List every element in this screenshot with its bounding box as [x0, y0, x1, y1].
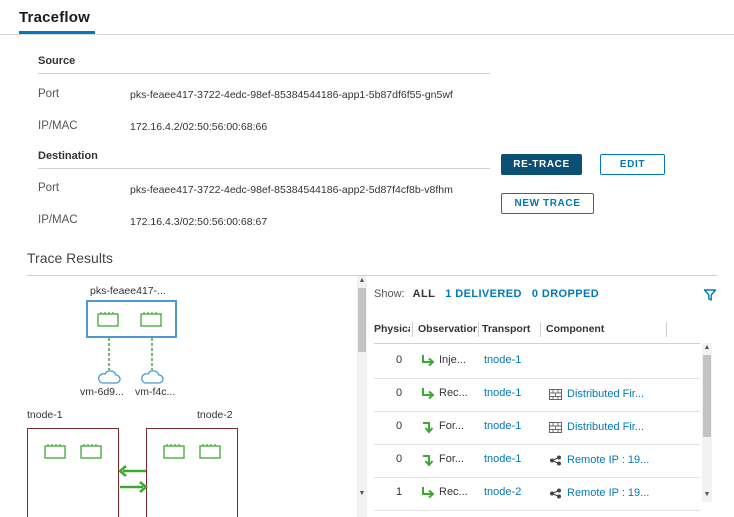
filter-bar: Show: ALL 1 DELIVERED 0 DROPPED: [374, 288, 599, 300]
show-label: Show:: [374, 288, 405, 300]
column-header-transport[interactable]: Transport: [482, 323, 538, 335]
topology-panel[interactable]: pks-feaee417-... vm-6d9... vm-f4c... tno…: [0, 276, 370, 517]
cell-component-link[interactable]: Remote IP : 19...: [567, 454, 649, 466]
destination-ipmac-label: IP/MAC: [38, 214, 78, 226]
cell-physical: 0: [396, 420, 403, 432]
filter-all[interactable]: ALL: [413, 288, 436, 300]
cell-observation[interactable]: Rec...: [439, 486, 468, 498]
cloud-icon: [98, 370, 121, 384]
header-divider: [0, 34, 734, 35]
share-icon: [550, 455, 561, 466]
nic-icon: [163, 444, 185, 459]
tnode-left-box[interactable]: [27, 428, 119, 517]
table-row[interactable]: 0 Rec... tnode-1 Distributed Fir...: [374, 379, 700, 412]
scroll-up-icon[interactable]: ▲: [702, 344, 712, 352]
table-row[interactable]: 1 Rec... tnode-2 Remote IP : 19...: [374, 478, 700, 511]
scroll-down-icon[interactable]: ▼: [357, 490, 367, 498]
firewall-icon: [549, 389, 562, 400]
cell-physical: 0: [396, 387, 403, 399]
table-header: Physical Observation Transport Component: [374, 320, 700, 340]
pod-node[interactable]: [86, 300, 177, 338]
cell-physical: 0: [396, 453, 403, 465]
cell-component-link[interactable]: Remote IP : 19...: [567, 487, 649, 499]
cell-observation[interactable]: For...: [439, 453, 464, 465]
observations-panel: Show: ALL 1 DELIVERED 0 DROPPED Physical…: [370, 276, 734, 517]
cell-component-link[interactable]: Distributed Fir...: [567, 388, 644, 400]
received-arrow-icon: [422, 355, 435, 367]
source-port-value: pks-feaee417-3722-4edc-98ef-85384544186-…: [130, 89, 453, 101]
nic-icon: [199, 444, 221, 459]
page-title[interactable]: Traceflow: [19, 9, 90, 26]
share-icon: [550, 488, 561, 499]
cell-transport-link[interactable]: tnode-1: [484, 354, 521, 366]
table-row[interactable]: 0 Inje... tnode-1: [374, 346, 700, 379]
filter-dropped[interactable]: 0 DROPPED: [532, 288, 599, 300]
tnode-right-label: tnode-2: [197, 409, 233, 421]
tunnel-arrows-icon: [118, 465, 148, 493]
source-port-label: Port: [38, 88, 60, 100]
filter-delivered[interactable]: 1 DELIVERED: [445, 288, 522, 300]
pod-label: pks-feaee417-...: [90, 285, 166, 297]
cell-transport-link[interactable]: tnode-1: [484, 387, 521, 399]
nic-icon: [140, 312, 162, 327]
topology-scrollbar[interactable]: ▲ ▼: [357, 276, 367, 517]
table-row[interactable]: 0 For... tnode-1 Distributed Fir...: [374, 412, 700, 445]
column-resizer[interactable]: [540, 322, 541, 337]
table-row[interactable]: 0 For... tnode-1 Remote IP : 19...: [374, 445, 700, 478]
vm-label-right[interactable]: vm-f4c...: [135, 386, 175, 398]
filter-icon[interactable]: [703, 288, 717, 302]
forwarded-arrow-icon: [423, 455, 434, 467]
cell-transport-link[interactable]: tnode-2: [484, 486, 521, 498]
destination-heading: Destination: [38, 150, 98, 162]
cell-observation[interactable]: Inje...: [439, 354, 466, 366]
cell-observation[interactable]: Rec...: [439, 387, 468, 399]
source-divider: [38, 73, 490, 74]
column-header-physical[interactable]: Physical: [374, 323, 410, 335]
cell-transport-link[interactable]: tnode-1: [484, 453, 521, 465]
topology-scroll-thumb[interactable]: [358, 288, 366, 352]
cloud-icon: [141, 370, 164, 384]
scroll-up-icon[interactable]: ▲: [357, 277, 367, 285]
received-arrow-icon: [422, 487, 435, 499]
column-header-observation[interactable]: Observation: [418, 323, 477, 335]
nic-icon: [44, 444, 66, 459]
table-header-divider: [374, 343, 700, 344]
destination-port-value: pks-feaee417-3722-4edc-98ef-85384544186-…: [130, 184, 453, 196]
new-trace-button[interactable]: NEW TRACE: [501, 193, 594, 214]
source-ipmac-value: 172.16.4.2/02:50:56:00:68:66: [130, 121, 268, 133]
column-resizer[interactable]: [412, 322, 413, 337]
scroll-down-icon[interactable]: ▼: [702, 491, 712, 499]
table-scrollbar[interactable]: ▲ ▼: [702, 343, 712, 502]
source-ipmac-label: IP/MAC: [38, 120, 78, 132]
column-header-component[interactable]: Component: [546, 323, 656, 335]
column-resizer[interactable]: [666, 322, 667, 337]
cell-physical: 1: [396, 486, 403, 498]
cell-physical: 0: [396, 354, 403, 366]
destination-divider: [38, 168, 490, 169]
nic-icon: [97, 312, 119, 327]
cell-component-link[interactable]: Distributed Fir...: [567, 421, 644, 433]
destination-ipmac-value: 172.16.4.3/02:50:56:00:68:67: [130, 216, 268, 228]
retrace-button[interactable]: RE-TRACE: [501, 154, 582, 175]
nic-icon: [80, 444, 102, 459]
trace-results-heading: Trace Results: [27, 250, 113, 266]
firewall-icon: [549, 422, 562, 433]
cell-observation[interactable]: For...: [439, 420, 464, 432]
received-arrow-icon: [422, 388, 435, 400]
column-resizer[interactable]: [478, 322, 479, 337]
source-heading: Source: [38, 55, 76, 67]
tnode-right-box[interactable]: [146, 428, 238, 517]
vm-label-left[interactable]: vm-6d9...: [80, 386, 124, 398]
edit-button[interactable]: EDIT: [600, 154, 665, 175]
destination-port-label: Port: [38, 182, 60, 194]
cell-transport-link[interactable]: tnode-1: [484, 420, 521, 432]
table-scroll-thumb[interactable]: [703, 355, 711, 437]
tnode-left-label: tnode-1: [27, 409, 63, 421]
forwarded-arrow-icon: [423, 422, 434, 434]
